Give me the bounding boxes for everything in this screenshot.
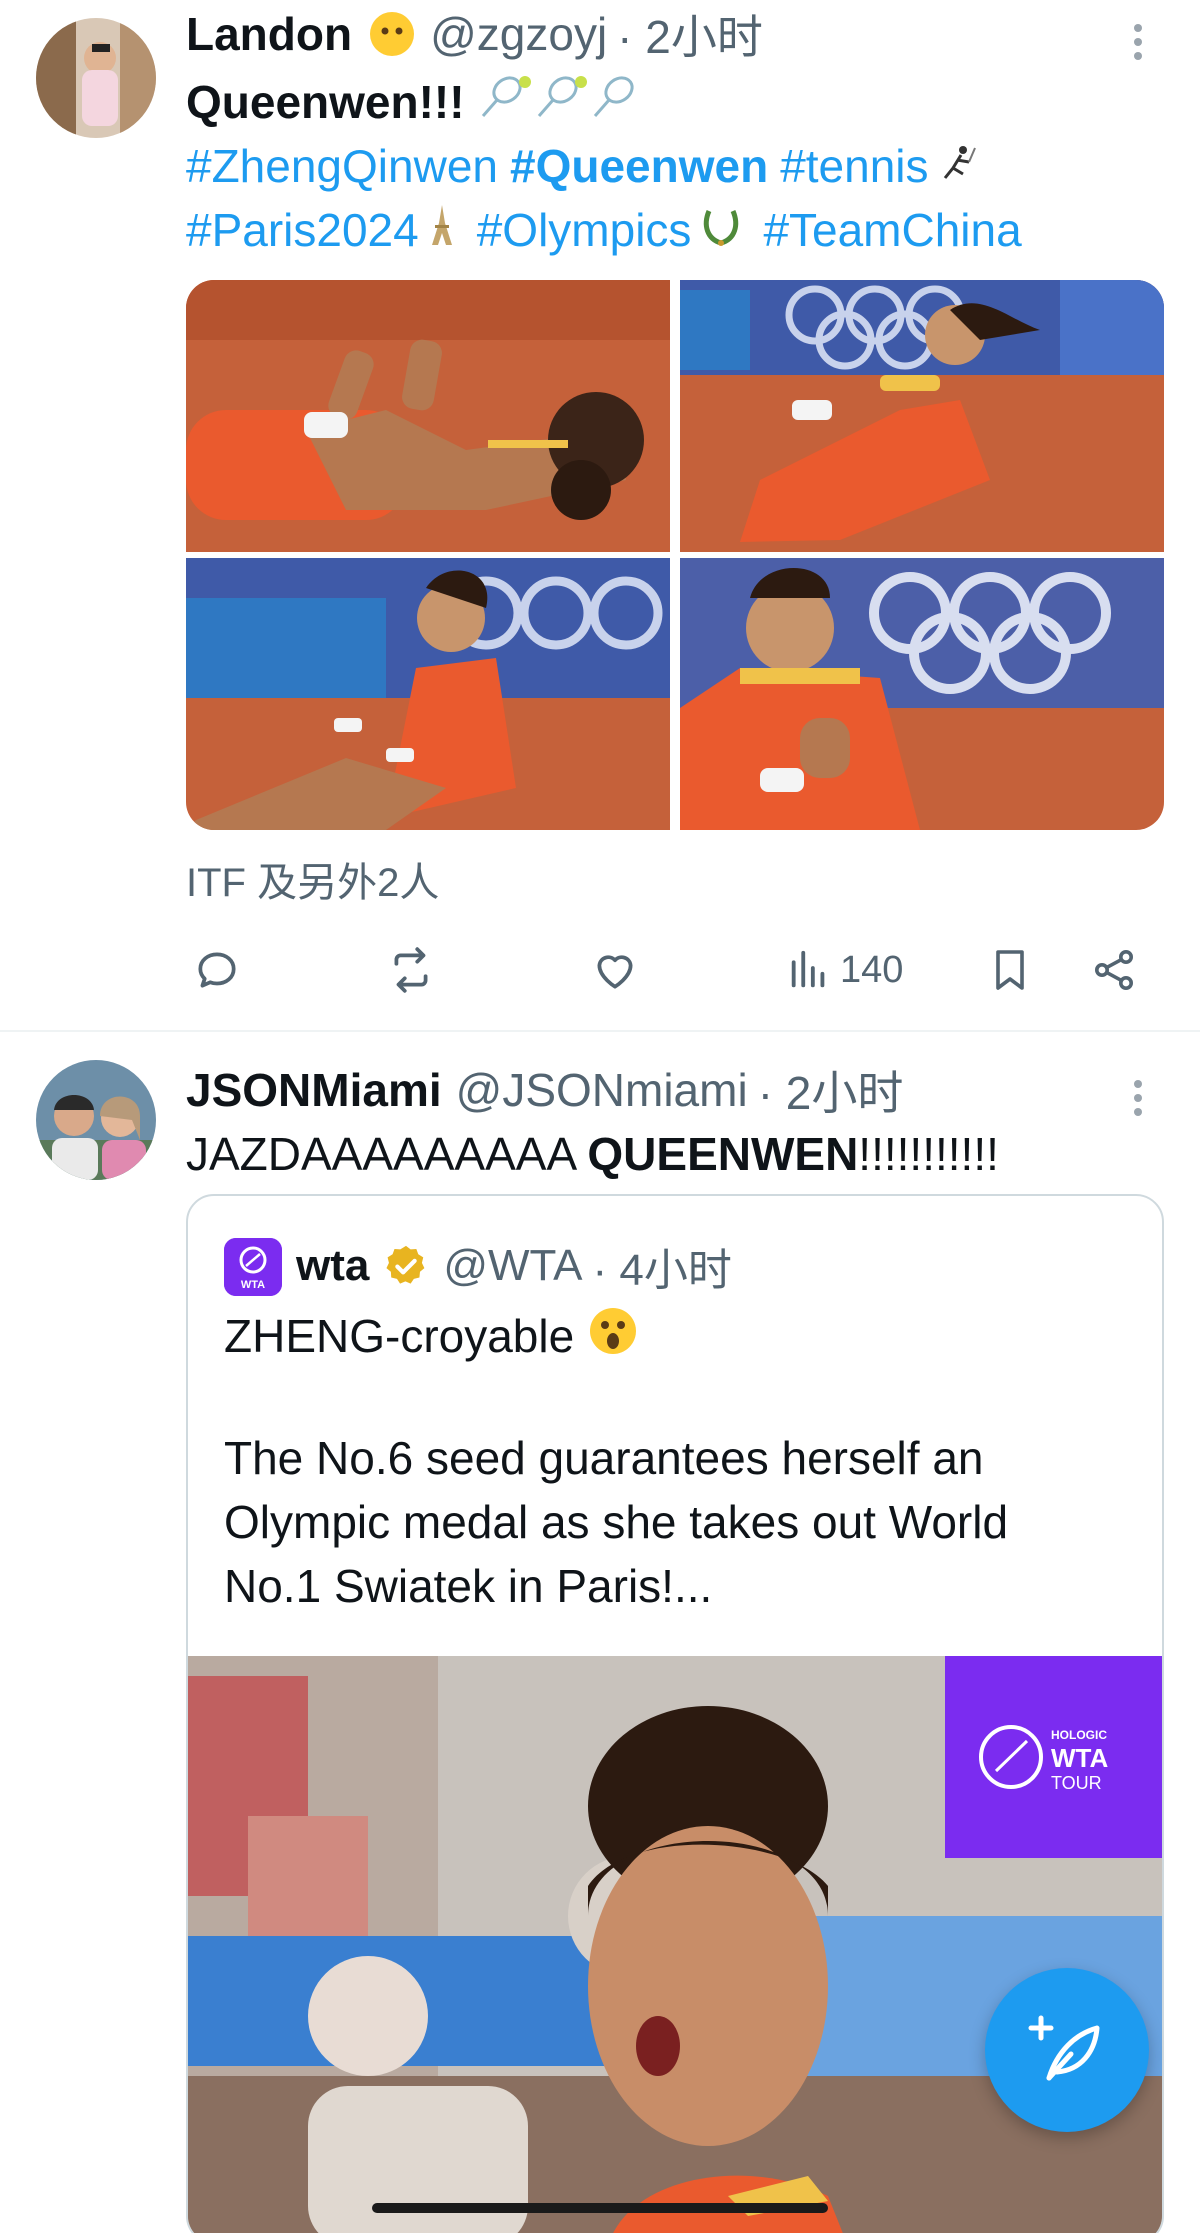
tweet-time[interactable]: · 2小时 (758, 1057, 904, 1123)
media-photo-2[interactable] (680, 280, 1164, 552)
hashtag-teamchina[interactable]: #TeamChina (763, 203, 1021, 257)
hashtag-tennis[interactable]: #tennis (780, 139, 928, 193)
tennis-racket-icon (473, 72, 653, 133)
hashtag-olympics[interactable]: #Olympics (477, 203, 692, 257)
verified-badge-icon (383, 1243, 429, 1289)
wta-logo-text: WTA (241, 1279, 265, 1291)
tweet-text-bold: QUEENWEN (587, 1128, 859, 1180)
quote-media-photo[interactable]: HOLOGIC WTA TOUR (188, 1656, 1162, 2233)
logo-brand-bottom: TOUR (1051, 1773, 1102, 1793)
quote-header: wta @WTA · 4小时 (296, 1236, 732, 1296)
hashtags-line-1: #ZhengQinwen #Queenwen #tennis (186, 136, 985, 196)
tweet-text-plain: JAZDAAAAAAAAA (186, 1128, 588, 1180)
bookmark-icon (986, 946, 1034, 994)
eiffel-tower-icon (427, 203, 457, 258)
hashtag-queenwen[interactable]: #Queenwen (510, 139, 768, 193)
author-name[interactable]: JSONMiami (186, 1063, 442, 1117)
views-button[interactable]: 140 (786, 940, 903, 1000)
media-photo-1[interactable] (186, 280, 670, 552)
quote-time[interactable]: · 4小时 (593, 1234, 732, 1298)
analytics-icon (786, 947, 832, 993)
media-grid[interactable] (186, 280, 1164, 830)
more-options-icon[interactable] (1128, 1068, 1148, 1128)
author-name[interactable]: Landon (186, 7, 352, 61)
media-photo-4[interactable] (680, 558, 1164, 830)
tweet-title-line: Queenwen!!! (186, 72, 661, 132)
tweet-header: Landon @zgzoyj · 2小时 (186, 4, 763, 64)
compose-feather-icon (1027, 2008, 1107, 2093)
hologic-wta-tour-logo: HOLOGIC WTA TOUR (945, 1656, 1162, 1858)
wta-logo-avatar[interactable]: WTA (224, 1238, 282, 1296)
astonished-face-icon (588, 1306, 638, 1367)
tweet-header: JSONMiami @JSONmiami · 2小时 (186, 1060, 903, 1120)
avatar-landon[interactable] (36, 18, 156, 138)
repost-icon (386, 945, 436, 995)
quote-line-1: ZHENG-croyable (224, 1306, 646, 1366)
reply-button[interactable] (192, 940, 242, 1000)
hashtags-line-2: #Paris2024 #Olympics #TeamChina (186, 200, 1022, 260)
reply-icon (192, 945, 242, 995)
share-button[interactable] (1090, 940, 1138, 1000)
quote-author-name[interactable]: wta (296, 1241, 369, 1291)
liked-by[interactable]: ITF 及另外2人 (186, 850, 439, 908)
tweet-actions: 140 (186, 940, 1164, 1000)
compose-post-button[interactable] (985, 1968, 1149, 2132)
author-handle[interactable]: @zgzoyj (430, 7, 607, 61)
home-indicator[interactable] (372, 2203, 828, 2213)
quote-text-1: ZHENG-croyable (224, 1310, 575, 1362)
hashtag-paris2024[interactable]: #Paris2024 (186, 203, 419, 257)
repost-button[interactable] (386, 940, 436, 1000)
hashtag-zhengqinwen[interactable]: #ZhengQinwen (186, 139, 498, 193)
like-button[interactable] (590, 940, 640, 1000)
quote-line-2: The No.6 seed guarantees herself an (224, 1432, 984, 1484)
tweet-text: JAZDAAAAAAAAA QUEENWEN !!!!!!!!!!! (186, 1124, 999, 1184)
heart-icon (590, 945, 640, 995)
tweet-landon[interactable]: Landon @zgzoyj · 2小时 Queenwen!!! #ZhengQ… (0, 0, 1200, 1030)
quote-line-4: No.1 Swiatek in Paris!... (224, 1560, 713, 1612)
media-photo-3[interactable] (186, 558, 670, 830)
more-options-icon[interactable] (1128, 12, 1148, 72)
quote-handle[interactable]: @WTA (443, 1241, 582, 1291)
share-icon (1090, 946, 1138, 994)
neutral-face-icon (368, 10, 416, 58)
tweet-text-tail: !!!!!!!!!!! (858, 1128, 999, 1180)
logo-brand-top: HOLOGIC (1051, 1728, 1107, 1742)
views-count: 140 (840, 948, 904, 991)
avatar-jsonmiami[interactable] (36, 1060, 156, 1180)
laurel-wreath-icon (699, 203, 743, 258)
logo-brand-mid: WTA (1051, 1743, 1108, 1773)
tweet-title: Queenwen!!! (186, 76, 465, 128)
tennis-player-icon (937, 139, 977, 193)
bookmark-button[interactable] (986, 940, 1034, 1000)
quote-line-3: Olympic medal as she takes out World (224, 1496, 1009, 1548)
tweet-time[interactable]: · 2小时 (617, 1, 763, 67)
author-handle[interactable]: @JSONmiami (456, 1063, 748, 1117)
